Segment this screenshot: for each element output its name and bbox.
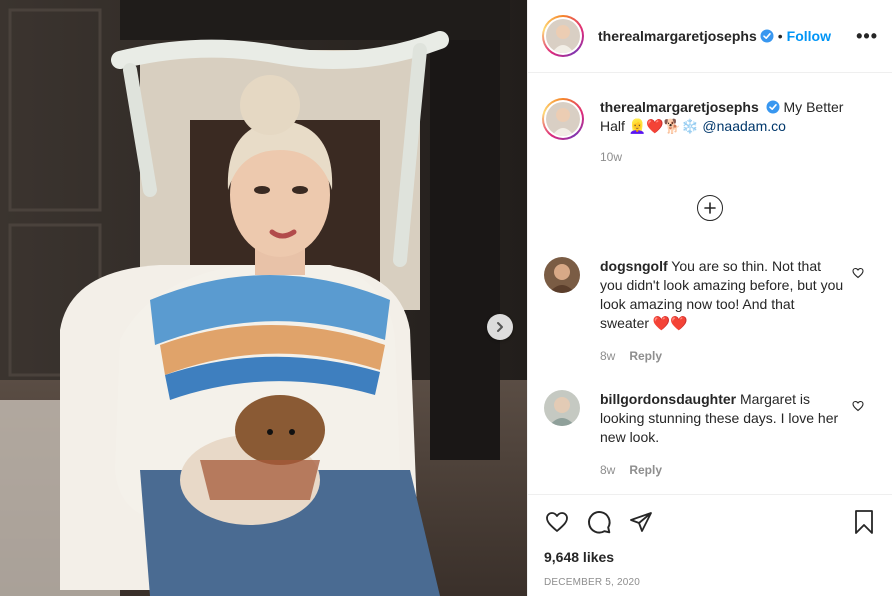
post-side-panel: therealmargaretjosephs • Follow ••• ther… [527,0,892,596]
comment-item: billgordonsdaughter Margaret is looking … [528,390,892,480]
commenter-avatar[interactable] [544,390,580,426]
comments-list[interactable]: therealmargaretjosephs My Better Half 👱‍… [528,74,892,494]
post-actions: 9,648 likes DECEMBER 5, 2020 [528,494,892,588]
reply-button[interactable]: Reply [629,461,662,480]
bookmark-icon [855,510,873,534]
caption-avatar[interactable] [546,102,580,136]
comment-button[interactable] [586,509,612,535]
more-options-button[interactable]: ••• [856,26,878,47]
avatar[interactable] [546,19,580,53]
comment-item: dogsngolf You are so thin. Not that you … [528,257,892,366]
save-button[interactable] [852,509,876,535]
comment-emojis: ❤️❤️ [652,315,688,331]
post-image [0,0,527,596]
caption-username[interactable]: therealmargaretjosephs [600,99,759,115]
caption-story-ring[interactable] [542,98,584,140]
caption-mention-link[interactable]: @naadam.co [702,118,785,134]
next-photo-button[interactable] [487,314,513,340]
likes-count[interactable]: 9,648 likes [544,549,876,565]
like-button[interactable] [544,510,570,534]
separator-dot: • [777,28,783,44]
verified-badge-icon [766,100,780,114]
header-username[interactable]: therealmargaretjosephs [598,28,757,44]
comment-like-icon[interactable] [852,400,864,412]
follow-button[interactable]: Follow [787,28,831,44]
comment-like-icon[interactable] [852,267,864,279]
share-button[interactable] [628,510,654,534]
plus-circle-icon[interactable] [697,195,723,221]
caption-emojis: 👱‍♀️❤️🐕❄️ [628,118,699,134]
post-date[interactable]: DECEMBER 5, 2020 [544,577,876,588]
verified-badge-icon [760,29,774,43]
post-photo[interactable] [0,0,527,596]
comment-username[interactable]: dogsngolf [600,258,668,274]
post-header: therealmargaretjosephs • Follow ••• [528,0,892,73]
paper-plane-icon [630,512,652,532]
story-ring[interactable] [542,15,584,57]
heart-icon [546,512,568,532]
commenter-avatar[interactable] [544,257,580,293]
chevron-right-icon [497,322,503,332]
load-more-comments[interactable] [528,195,892,221]
comment-username[interactable]: billgordonsdaughter [600,391,736,407]
comment-bubble-icon [588,511,611,534]
reply-button[interactable]: Reply [629,347,662,366]
comment-timestamp[interactable]: 8w [600,347,615,366]
caption: therealmargaretjosephs My Better Half 👱‍… [528,74,892,167]
caption-timestamp[interactable]: 10w [600,148,860,167]
comment-timestamp[interactable]: 8w [600,461,615,480]
